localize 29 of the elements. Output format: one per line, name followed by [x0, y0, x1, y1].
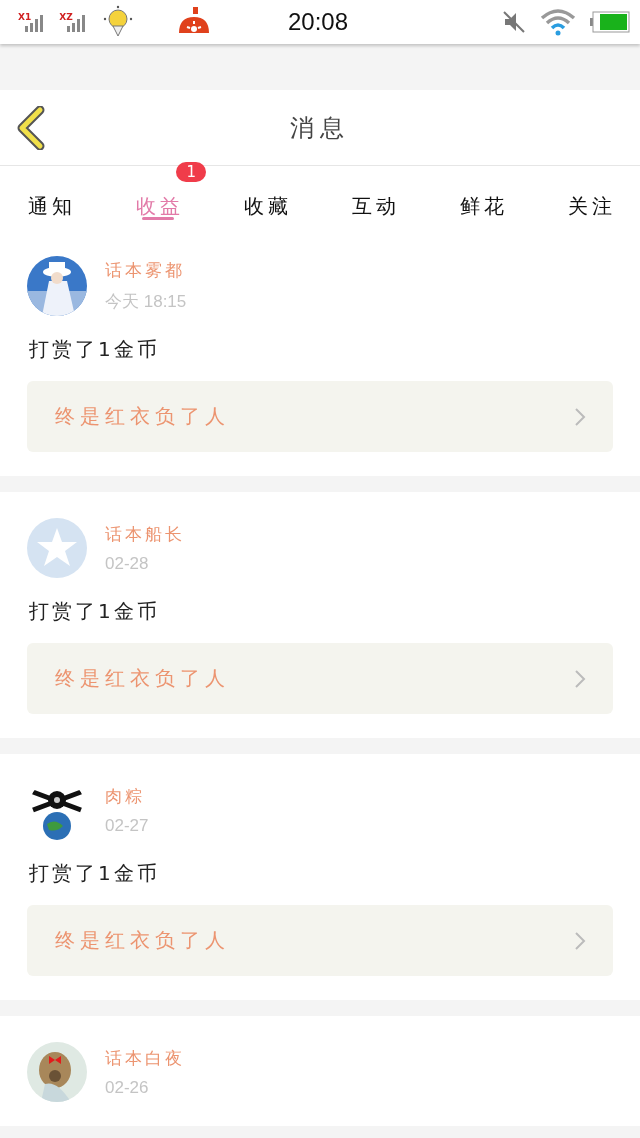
tab[interactable]: 收藏: [244, 166, 292, 230]
timestamp: 今天 18:15: [105, 291, 187, 313]
sim-label: XZ: [59, 12, 73, 22]
timestamp: 02-28: [105, 553, 150, 574]
page-title: 消息: [290, 112, 350, 144]
default-avatar-icon: [27, 518, 87, 578]
tab[interactable]: 鲜花: [460, 166, 508, 230]
back-button[interactable]: [16, 106, 46, 150]
sim-label: X1: [18, 12, 32, 22]
message-text: 打赏了1金币: [29, 860, 161, 887]
count-badge: 1: [176, 162, 206, 182]
user-name: 话本雾都: [105, 259, 186, 282]
user-name: 话本船长: [105, 522, 185, 546]
wifi-icon: [540, 8, 576, 36]
mute-icon: [502, 10, 526, 34]
chevron-right-icon: [573, 405, 587, 428]
tab[interactable]: 互动: [352, 166, 400, 230]
user-name: 肉粽: [105, 784, 146, 808]
clock: 20:08: [288, 8, 349, 36]
message-text: 打赏了1金币: [29, 598, 161, 625]
chevron-right-icon: [573, 667, 587, 690]
battery-icon: [590, 11, 630, 33]
message-text: 打赏了1金币: [29, 336, 161, 363]
tab[interactable]: 通知: [28, 166, 76, 230]
user-name: 话本白夜: [105, 1046, 185, 1070]
chevron-right-icon: [573, 929, 587, 952]
timestamp: 02-26: [105, 1077, 150, 1098]
tab[interactable]: 关注: [568, 166, 616, 230]
timestamp: 02-27: [105, 815, 149, 836]
